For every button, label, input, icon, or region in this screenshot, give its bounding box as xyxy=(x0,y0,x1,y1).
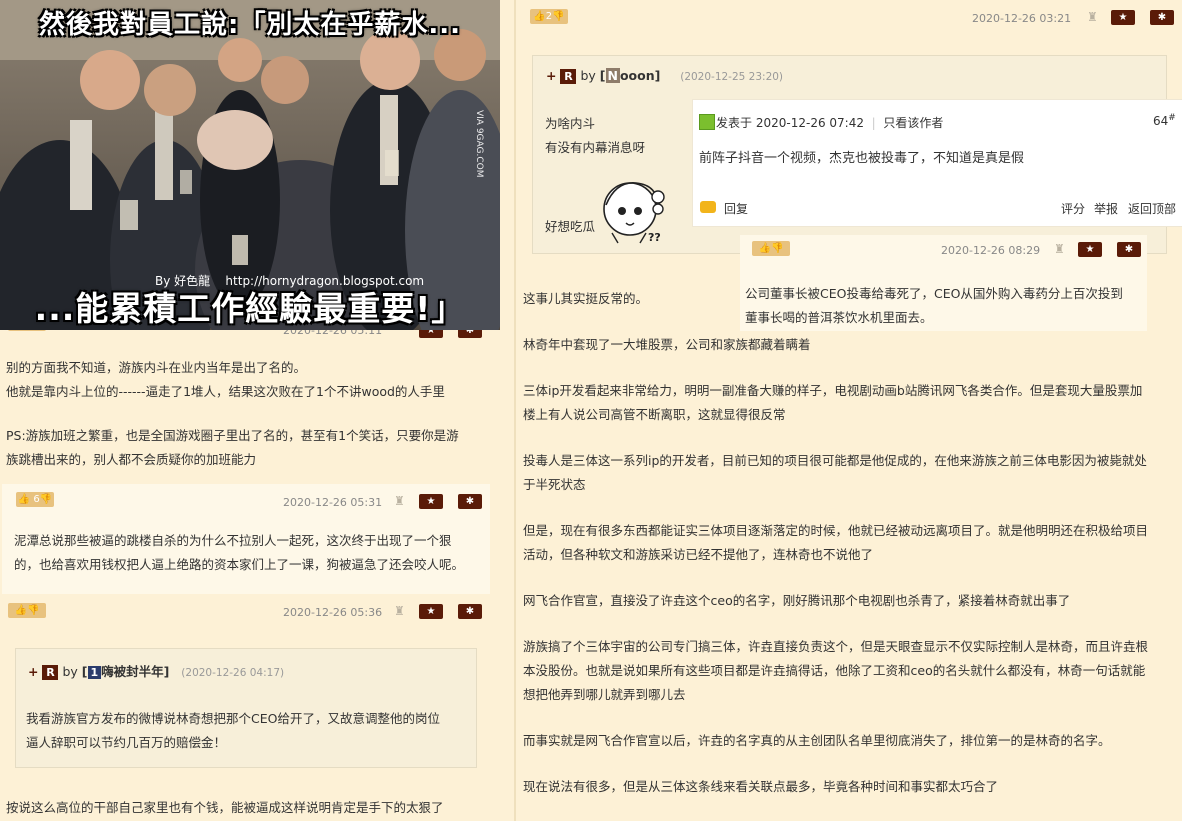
post-line: 想把他弄到哪儿就弄到哪儿去 xyxy=(523,687,686,702)
paragraph: 现在说法有很多，但是从三体这条线来看关联点最多，毕竟各种时间和事实都太巧合了 xyxy=(523,775,1178,799)
quote-line: 我看游族官方发布的微博说林奇想把那个CEO给开了，又故意调整他的岗位 xyxy=(26,711,440,726)
like-dislike-button[interactable]: 👍👎 xyxy=(752,241,790,256)
post-body: 这事儿其实挺反常的。 林奇年中套现了一大堆股票，公司和家族都藏着瞒着 三体ip开… xyxy=(523,287,1178,799)
post-line: 别的方面我不知道，游族内斗在业内当年是出了名的。 xyxy=(6,360,307,375)
expand-icon[interactable]: + xyxy=(28,664,38,679)
report-link[interactable]: 举报 xyxy=(1094,200,1118,217)
quote-user-name: ooon] xyxy=(619,68,661,83)
post-line: 按说这么高位的干部自己家里也有个钱，能被逼成这样说明肯定是手下的太狠了 xyxy=(6,800,444,815)
quote-line: 有没有内幕消息呀 xyxy=(545,140,646,155)
post-line: 林奇年中套现了一大堆股票，公司和家族都藏着瞒着 xyxy=(523,337,811,352)
like-dislike-button[interactable]: 👍 6👎 xyxy=(16,492,54,507)
svg-text:??: ?? xyxy=(648,231,661,244)
posted-date: 2020-12-26 07:42 xyxy=(755,116,864,130)
android-icon: ♜ xyxy=(394,604,405,618)
posted-label: 发表于 xyxy=(716,116,753,130)
star-button[interactable]: ★ xyxy=(1111,10,1135,25)
reply-icon[interactable] xyxy=(700,201,716,213)
post-line: 楼上有人说公司高管不断离职，这就显得很反常 xyxy=(523,407,786,422)
like-dislike-button[interactable]: 👍2👎 xyxy=(530,9,568,24)
post-line: 的，也给喜欢用钱权把人逼上绝路的资本家们上了一课，狗被逼急了还会咬人呢。 xyxy=(14,557,465,572)
post-line: 但是，现在有很多东西都能证实三体项目逐渐落定的时候，他就已经被动远离项目了。就是… xyxy=(523,523,1149,538)
android-icon: ♜ xyxy=(1087,10,1098,24)
settings-button[interactable]: ✱ xyxy=(458,494,482,509)
quote-author-line: + R by [Nooon] (2020-12-25 23:20) xyxy=(546,68,783,84)
rate-link[interactable]: 评分 xyxy=(1061,200,1085,217)
post-line: 网飞合作官宣，直接没了许垚这个ceo的名字，刚好腾讯那个电视剧也杀青了，紧接着林… xyxy=(523,593,1071,608)
quote-user-name: 嗨被封半年] xyxy=(101,664,170,679)
post-body: 泥潭总说那些被逼的跳楼自杀的为什么不拉别人一起死，这次终于出现了一个狠 的，也给… xyxy=(14,529,494,577)
post-meta: 发表于 2020-12-26 07:42 | 只看该作者 xyxy=(716,116,944,130)
reply-body: 前阵子抖音一个视频，杰克也被投毒了，不知道是真是假 xyxy=(699,151,1025,166)
paragraph: 而事实就是网飞合作官宣以后，许垚的名字真的从主创团队名单里彻底消失了，排位第一的… xyxy=(523,729,1178,753)
post-line: 他就是靠内斗上位的------逼走了1堆人，结果这次败在了1个不讲wood的人手… xyxy=(6,384,445,399)
paragraph: 游族搞了个三体宇宙的公司专门搞三体，许垚直接负责这个，但是天眼查显示不仅实际控制… xyxy=(523,635,1178,707)
back-to-top-link[interactable]: 返回顶部 xyxy=(1128,200,1176,217)
post-date: 2020-12-26 05:31 xyxy=(283,496,383,509)
floor-value: 64 xyxy=(1153,114,1169,128)
quote-line: 逼人辞职可以节约几百万的赔偿金！ xyxy=(26,735,227,750)
settings-button[interactable]: ✱ xyxy=(1150,10,1174,25)
paragraph: 林奇年中套现了一大堆股票，公司和家族都藏着瞒着 xyxy=(523,333,1178,357)
anime-girl-sticker: ?? xyxy=(603,182,665,244)
paragraph: 但是，现在有很多东西都能证实三体项目逐渐落定的时候，他就已经被动远离项目了。就是… xyxy=(523,519,1178,567)
post-line: 族跳槽出来的，别人都不会质疑你的加班能力 xyxy=(6,452,257,467)
quote-date: (2020-12-25 23:20) xyxy=(680,71,784,83)
meme-image: 然後我對員工說:「別太在乎薪水... By 好色龍 http://hornydr… xyxy=(0,0,500,330)
meme-bottom-caption: ...能累積工作經驗最重要!」 xyxy=(34,289,466,328)
quote-body: 我看游族官方发布的微博说林奇想把那个CEO给开了，又故意调整他的岗位 逼人辞职可… xyxy=(26,707,476,755)
quote-last-line: 好想吃瓜 xyxy=(545,219,596,234)
settings-button[interactable]: ✱ xyxy=(458,604,482,619)
quote-line: 为啥内斗 xyxy=(545,116,596,131)
paragraph: 网飞合作官宣，直接没了许垚这个ceo的名字，刚好腾讯那个电视剧也杀青了，紧接着林… xyxy=(523,589,1178,613)
post-line: 游族搞了个三体宇宙的公司专门搞三体，许垚直接负责这个，但是天眼查显示不仅实际控制… xyxy=(523,639,1149,654)
quote-body: 为啥内斗 有没有内幕消息呀 xyxy=(545,112,645,160)
column-divider xyxy=(514,0,516,821)
paragraph: 投毒人是三体这一系列ip的开发者，目前已知的项目很可能都是他促成的，在他来游族之… xyxy=(523,449,1178,497)
meme-top-caption: 然後我對員工說:「別太在乎薪水... xyxy=(38,10,462,40)
only-author-link[interactable]: 只看该作者 xyxy=(883,116,943,130)
quote-user[interactable]: [1 嗨被封半年] xyxy=(82,664,170,679)
user-badge: 1 xyxy=(87,666,102,679)
post-date: 2020-12-26 03:21 xyxy=(972,12,1072,25)
android-icon: ♜ xyxy=(1054,242,1065,256)
post-line: 三体ip开发看起来非常给力，明明一副准备大赚的样子，电视剧动画b站腾讯网飞各类合… xyxy=(523,383,1143,398)
post-line: 现在说法有很多，但是从三体这条线来看关联点最多，毕竟各种时间和事实都太巧合了 xyxy=(523,779,999,794)
quote-user[interactable]: [Nooon] xyxy=(600,68,661,83)
floor-number: 64# xyxy=(1153,113,1176,128)
post-line: 而事实就是网飞合作官宣以后，许垚的名字真的从主创团队名单里彻底消失了，排位第一的… xyxy=(523,733,1111,748)
star-button[interactable]: ★ xyxy=(419,604,443,619)
reply-badge: R xyxy=(560,69,577,84)
quote-date: (2020-12-26 04:17) xyxy=(181,667,285,679)
star-button[interactable]: ★ xyxy=(1078,242,1102,257)
reply-badge: R xyxy=(42,665,59,680)
quote-author-line: + R by [1 嗨被封半年] (2020-12-26 04:17) xyxy=(28,661,284,680)
paragraph: 三体ip开发看起来非常给力，明明一副准备大赚的样子，电视剧动画b站腾讯网飞各类合… xyxy=(523,379,1178,427)
post-line: 泥潭总说那些被逼的跳楼自杀的为什么不拉别人一起死，这次终于出现了一个狠 xyxy=(14,533,452,548)
post-body: 别的方面我不知道，游族内斗在业内当年是出了名的。 他就是靠内斗上位的------… xyxy=(6,356,506,472)
post-line: 本没股份。也就是说如果所有这些项目都是许垚搞得话，他除了工资和ceo的名头就什么… xyxy=(523,663,1146,678)
post-line: 这事儿其实挺反常的。 xyxy=(523,291,649,306)
user-badge: N xyxy=(605,68,620,83)
android-icon: ♜ xyxy=(394,494,405,508)
quote-by: by xyxy=(62,664,78,679)
star-button[interactable]: ★ xyxy=(419,494,443,509)
quote-by: by xyxy=(580,68,596,83)
post-line: 投毒人是三体这一系列ip的开发者，目前已知的项目很可能都是他促成的，在他来游族之… xyxy=(523,453,1147,468)
post-line: 于半死状态 xyxy=(523,477,586,492)
meme-watermark: VIA 9GAG.COM xyxy=(474,110,484,178)
post-line: PS:游族加班之繁重，也是全国游戏圈子里出了名的，甚至有1个笑话，只要你是游 xyxy=(6,428,459,443)
settings-button[interactable]: ✱ xyxy=(1117,242,1141,257)
floor-suffix: # xyxy=(1168,113,1176,123)
post-date: 2020-12-26 05:36 xyxy=(283,606,383,619)
post-body: 按说这么高位的干部自己家里也有个钱，能被逼成这样说明肯定是手下的太狠了 xyxy=(6,796,506,820)
paragraph: 这事儿其实挺反常的。 xyxy=(523,287,1178,311)
like-dislike-button[interactable]: 👍👎 xyxy=(8,603,46,618)
reply-link[interactable]: 回复 xyxy=(724,200,748,217)
post-line: 活动，但各种软文和游族采访已经不提他了，连林奇也不说他了 xyxy=(523,547,874,562)
post-date: 2020-12-26 08:29 xyxy=(941,244,1041,257)
user-online-icon xyxy=(699,114,715,130)
post-line xyxy=(6,404,506,424)
expand-icon[interactable]: + xyxy=(546,68,556,83)
